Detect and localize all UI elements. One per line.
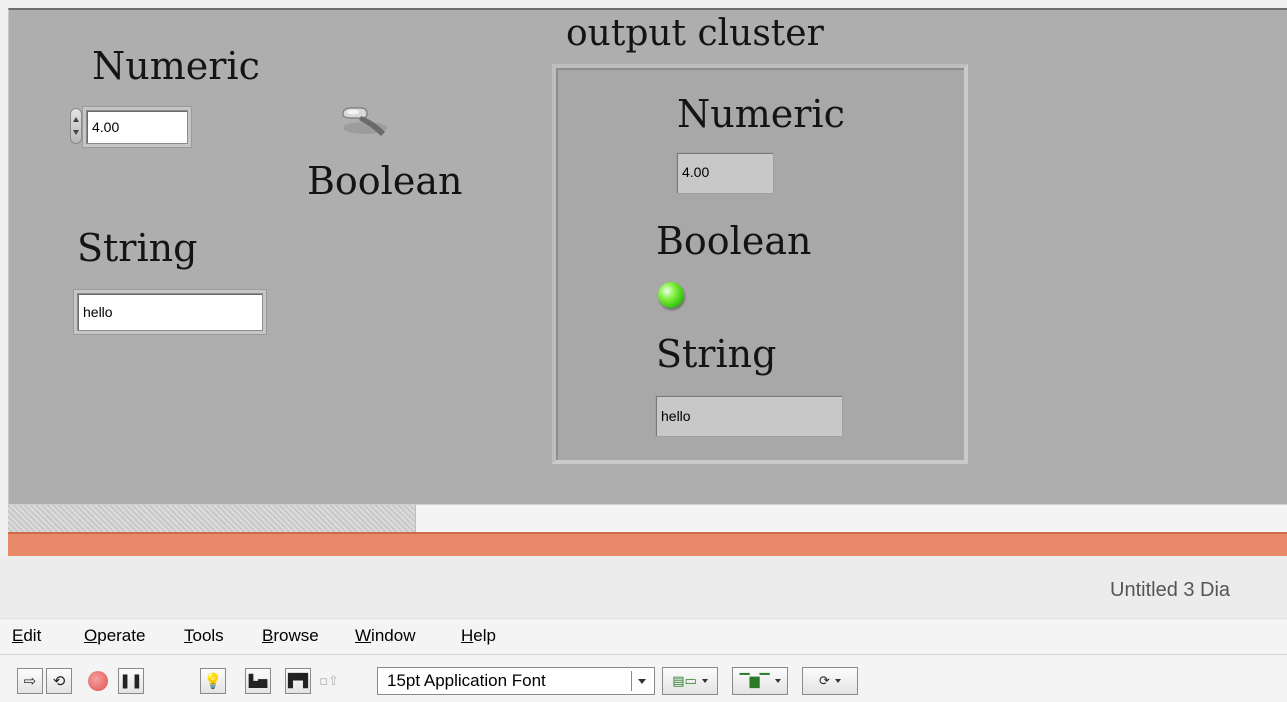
menu-edit-accelerator: E [12, 626, 24, 645]
string-control-input[interactable]: hello [77, 293, 263, 331]
chevron-down-icon [834, 679, 841, 683]
menu-help[interactable]: Help [461, 626, 496, 646]
numeric-control-input[interactable]: 4.00 [86, 110, 188, 144]
block-diagram-titlebar [0, 556, 1287, 618]
menu-browse-label: rowse [273, 626, 319, 645]
align-objects-icon: ▤▭ [672, 673, 697, 689]
pause-icon: ❚❚ [119, 673, 143, 689]
retain-wire-values-button[interactable]: ▙▅ [245, 668, 271, 694]
run-arrow-icon: ⇨ [23, 672, 37, 690]
menu-window-accelerator: W [355, 626, 372, 645]
chevron-down-icon [638, 678, 646, 684]
menu-tools-accelerator: T [184, 626, 193, 645]
step-out-icon: ▫⇧ [319, 673, 339, 689]
boolean-control-label: Boolean [307, 159, 463, 203]
step-into-icon: ▛▜ [288, 673, 308, 689]
pause-button[interactable]: ❚❚ [118, 668, 144, 694]
menu-help-accelerator: H [461, 626, 474, 645]
menu-operate[interactable]: Operate [84, 626, 145, 646]
cluster-numeric-indicator: 4.00 [676, 152, 774, 194]
boolean-led-indicator-icon [658, 282, 684, 308]
numeric-control-label: Numeric [92, 44, 260, 88]
window-title: Untitled 3 Dia [1110, 579, 1231, 601]
reorder-icon: ⟳ [819, 673, 830, 689]
window-divider-bar [8, 532, 1287, 556]
font-select-separator [631, 671, 632, 691]
run-continuously-icon: ⟲ [52, 672, 66, 690]
step-into-button[interactable]: ▛▜ [285, 668, 311, 694]
menu-edit-label: dit [23, 626, 42, 645]
step-out-button: ▫⇧ [316, 668, 342, 694]
cluster-string-indicator: hello [655, 395, 843, 437]
decrement-arrow-icon[interactable] [73, 130, 79, 135]
distribute-objects-icon: ▔▆▔ [739, 673, 770, 689]
font-select[interactable]: 15pt Application Font [377, 667, 655, 695]
output-cluster-label: output cluster [566, 13, 824, 54]
font-select-value: 15pt Application Font [387, 671, 546, 690]
menu-help-label: elp [473, 626, 496, 645]
align-objects-button[interactable]: ▤▭ [662, 667, 718, 695]
cluster-numeric-label: Numeric [677, 92, 845, 136]
run-button[interactable]: ⇨ [17, 668, 43, 694]
menu-operate-accelerator: O [84, 626, 98, 645]
menu-window[interactable]: Window [355, 626, 415, 646]
highlight-execution-icon: 💡 [203, 672, 223, 690]
abort-button[interactable] [85, 668, 111, 694]
menu-tools-label: ools [192, 626, 224, 645]
cluster-string-label: String [656, 332, 777, 376]
horizontal-scrollbar[interactable] [8, 504, 1287, 532]
chevron-down-icon [701, 679, 708, 683]
run-continuously-button[interactable]: ⟲ [46, 668, 72, 694]
menu-tools[interactable]: Tools [184, 626, 224, 646]
menu-edit[interactable]: Edit [12, 626, 41, 646]
distribute-objects-button[interactable]: ▔▆▔ [732, 667, 788, 695]
scrollbar-thumb[interactable] [415, 505, 1287, 532]
menu-window-label: indow [371, 626, 416, 645]
menu-browse[interactable]: Browse [262, 626, 319, 646]
cluster-boolean-label: Boolean [656, 219, 812, 263]
chevron-down-icon [774, 679, 781, 683]
abort-icon [88, 671, 108, 691]
menu-operate-label: perate [97, 626, 146, 645]
string-control-label: String [77, 226, 198, 270]
menu-browse-accelerator: B [262, 626, 274, 645]
increment-arrow-icon[interactable] [73, 117, 79, 122]
reorder-button[interactable]: ⟳ [802, 667, 858, 695]
retain-wire-values-icon: ▙▅ [248, 674, 268, 688]
boolean-toggle-switch[interactable] [337, 104, 393, 144]
numeric-increment-decrement[interactable] [70, 108, 82, 144]
highlight-execution-button[interactable]: 💡 [200, 668, 226, 694]
